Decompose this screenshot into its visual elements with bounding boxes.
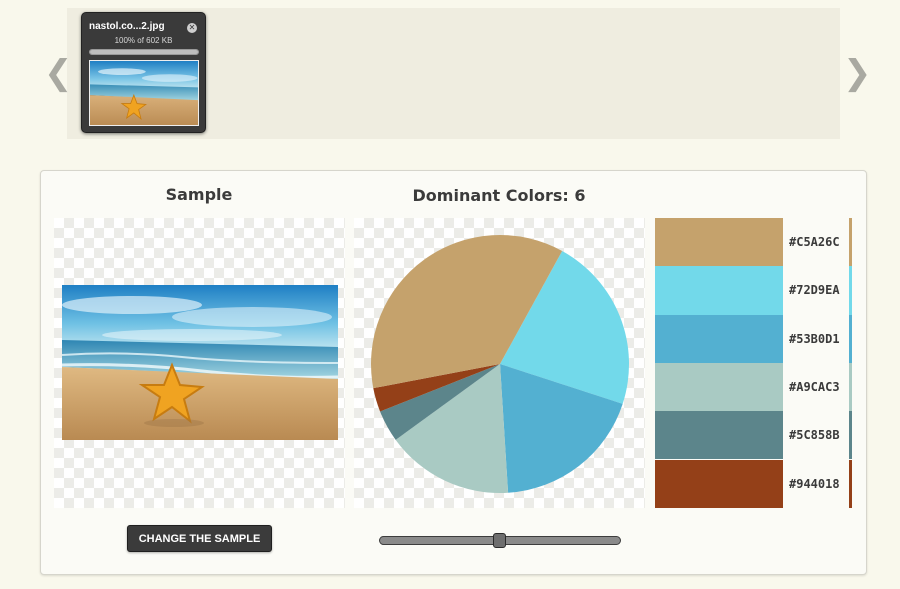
swatch-edge-marker bbox=[849, 411, 852, 460]
slider-handle[interactable] bbox=[493, 533, 506, 548]
color-palette: #C5A26C #72D9EA #53B0D1 #A9CAC3 #5C858B #9440… bbox=[655, 218, 855, 508]
palette-swatch[interactable]: #944018 bbox=[655, 459, 855, 508]
swatch-hex-label: #5C858B bbox=[789, 428, 840, 443]
file-thumbnail bbox=[89, 60, 199, 126]
swatch-color-block[interactable] bbox=[655, 218, 783, 267]
swatch-color-block[interactable] bbox=[655, 459, 783, 508]
beach-thumbnail-image bbox=[90, 61, 198, 125]
swatch-color-block[interactable] bbox=[655, 411, 783, 460]
change-sample-button[interactable]: CHANGE THE SAMPLE bbox=[127, 525, 272, 552]
swatch-color-block[interactable] bbox=[655, 362, 783, 412]
swatch-hex-label: #A9CAC3 bbox=[789, 380, 840, 395]
palette-swatch[interactable]: #C5A26C bbox=[655, 218, 855, 267]
sample-image bbox=[62, 285, 338, 440]
upload-progress-text: 100% of 602 KB bbox=[114, 36, 173, 45]
swatch-hex-label: #53B0D1 bbox=[789, 331, 840, 346]
swatch-edge-marker bbox=[849, 459, 852, 508]
sample-heading: Sample bbox=[165, 185, 233, 204]
uploaded-file-card[interactable]: nastol.co...2.jpg ✕ 100% of 602 KB bbox=[81, 12, 206, 133]
dominant-colors-chart-area bbox=[354, 218, 645, 508]
sample-canvas bbox=[54, 218, 345, 508]
palette-swatch[interactable]: #5C858B bbox=[655, 411, 855, 460]
palette-swatch[interactable]: #A9CAC3 bbox=[655, 362, 855, 412]
palette-swatch[interactable]: #53B0D1 bbox=[655, 314, 855, 363]
swatch-hex-label: #C5A26C bbox=[789, 235, 840, 250]
swatch-color-block[interactable] bbox=[655, 266, 783, 315]
dominant-colors-pie-chart bbox=[371, 235, 629, 493]
swatch-hex-label: #72D9EA bbox=[789, 283, 840, 298]
remove-file-icon[interactable]: ✕ bbox=[187, 23, 197, 33]
dominant-colors-heading: Dominant Colors: 6 bbox=[412, 186, 586, 205]
swatch-edge-marker bbox=[849, 218, 852, 267]
next-arrow-icon[interactable]: ❯ bbox=[843, 56, 872, 90]
swatch-color-block[interactable] bbox=[655, 314, 783, 363]
prev-arrow-icon[interactable]: ❮ bbox=[44, 56, 73, 90]
beach-sample-image bbox=[62, 285, 338, 440]
swatch-edge-marker bbox=[849, 266, 852, 315]
upload-progress-bar bbox=[89, 49, 199, 55]
swatch-edge-marker bbox=[849, 314, 852, 363]
swatch-hex-label: #944018 bbox=[789, 476, 840, 491]
color-count-slider[interactable] bbox=[379, 533, 621, 548]
upload-progress-fill bbox=[90, 50, 198, 54]
swatch-edge-marker bbox=[849, 362, 852, 412]
palette-swatch[interactable]: #72D9EA bbox=[655, 266, 855, 315]
color-extractor-panel: Sample Dominant Colors: 6 #C5A26C #72D9E… bbox=[40, 170, 867, 575]
file-name: nastol.co...2.jpg bbox=[89, 21, 165, 32]
